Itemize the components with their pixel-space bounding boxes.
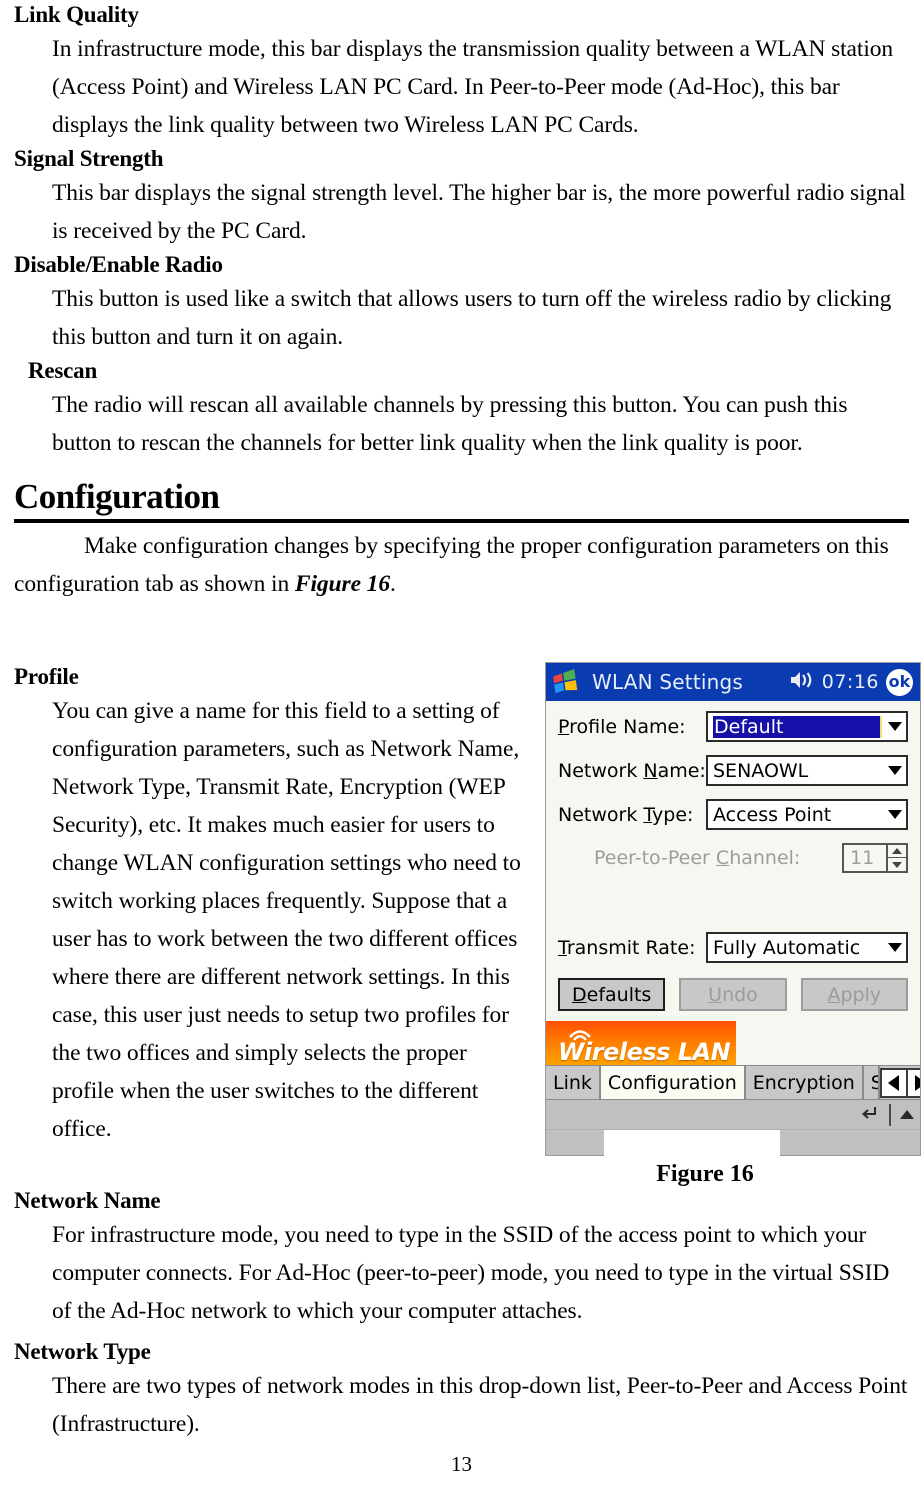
figure-reference: Figure 16	[294, 571, 390, 597]
tab-scroll-buttons[interactable]	[879, 1067, 920, 1098]
dialog-button-row: Defaults Undo Apply	[558, 976, 908, 1021]
heading-network-name: Network Name	[14, 1188, 161, 1213]
profile-name-combobox[interactable]: Default	[706, 711, 908, 742]
heading-rescan: Rescan	[28, 358, 98, 383]
profile-name-value: Default	[713, 715, 882, 738]
network-name-combobox[interactable]: SENAOWL	[706, 755, 908, 786]
figure-caption: Figure 16	[656, 1161, 754, 1187]
field-row-transmit-rate: Transmit Rate: Fully Automatic	[558, 932, 908, 963]
heading-link-quality: Link Quality	[14, 2, 139, 27]
wlan-settings-dialog: WLAN Settings 07:16 ok Profile Name: Def…	[545, 662, 921, 1156]
page-number: 13	[451, 1452, 472, 1476]
chapter-title-configuration: Configuration	[14, 477, 220, 516]
dialog-title: WLAN Settings	[592, 670, 744, 694]
spinner-buttons[interactable]	[886, 845, 906, 871]
network-name-value: SENAOWL	[713, 759, 809, 782]
section-network-name: Network Name For infrastructure mode, yo…	[14, 1186, 909, 1330]
form-spacer	[558, 886, 908, 932]
peer-channel-spinner[interactable]: 11	[842, 843, 908, 873]
network-type-value: Access Point	[713, 803, 832, 826]
section-disable-enable-radio: Disable/Enable Radio This button is used…	[14, 250, 909, 356]
heading-network-type: Network Type	[14, 1339, 151, 1364]
field-row-network-name: Network Name: SENAOWL	[558, 755, 908, 786]
dialog-statusbar	[546, 1099, 920, 1129]
label-transmit-rate: Transmit Rate:	[558, 936, 696, 959]
paragraph-profile: You can give a name for this field to a …	[52, 698, 521, 1142]
banner-label: Wireless LAN	[558, 1038, 731, 1066]
undo-button[interactable]: Undo	[679, 978, 787, 1011]
windows-logo-icon	[548, 665, 582, 699]
paragraph-disable-enable-radio: This button is used like a switch that a…	[52, 286, 892, 350]
dialog-footer	[546, 1129, 920, 1156]
heading-disable-enable-radio: Disable/Enable Radio	[14, 252, 223, 277]
figure-16: WLAN Settings 07:16 ok Profile Name: Def…	[545, 662, 921, 1188]
label-network-type: Network Type:	[558, 803, 694, 826]
wireless-lan-banner: Wireless LAN	[546, 1021, 736, 1065]
tab-link[interactable]: Link	[546, 1066, 601, 1099]
section-link-quality: Link Quality In infrastructure mode, thi…	[14, 0, 909, 144]
field-row-profile-name: Profile Name: Default	[558, 711, 908, 742]
label-profile-name: Profile Name:	[558, 715, 686, 738]
chevron-down-icon[interactable]	[888, 722, 902, 731]
peer-channel-value: 11	[850, 847, 875, 869]
apply-button[interactable]: Apply	[800, 978, 908, 1011]
field-row-peer-channel: Peer-to-Peer Channel: 11	[558, 843, 908, 873]
chevron-down-icon[interactable]	[888, 766, 902, 775]
clock-label: 07:16	[821, 671, 879, 693]
tab-encryption[interactable]: Encryption	[745, 1066, 864, 1099]
footer-notch	[604, 1130, 780, 1156]
tab-configuration[interactable]: Configuration	[600, 1066, 746, 1099]
tab-scroll-left-icon[interactable]	[882, 1069, 908, 1096]
defaults-button[interactable]: Defaults	[558, 978, 666, 1011]
paragraph-network-type: There are two types of network modes in …	[52, 1373, 908, 1437]
ok-button[interactable]: ok	[886, 668, 913, 696]
field-row-network-type: Network Type: Access Point	[558, 799, 908, 830]
dialog-form: Profile Name: Default Network Name: SENA…	[546, 701, 920, 1021]
section-rescan: Rescan The radio will rescan all availab…	[14, 356, 909, 462]
chapter-intro-text: Make configuration changes by specifying…	[14, 533, 889, 597]
section-network-type: Network Type There are two types of netw…	[14, 1337, 909, 1443]
transmit-rate-combobox[interactable]: Fully Automatic	[706, 932, 908, 963]
label-peer-to-peer-channel: Peer-to-Peer Channel:	[594, 847, 801, 869]
heading-profile: Profile	[14, 664, 79, 689]
paragraph-signal-strength: This bar displays the signal strength le…	[52, 180, 906, 244]
tab-site-survey[interactable]: Site	[863, 1066, 880, 1099]
section-profile: Profile You can give a name for this fie…	[14, 662, 534, 1148]
label-network-name: Network Name:	[558, 759, 706, 782]
statusbar-divider	[889, 1103, 891, 1126]
transmit-rate-value: Fully Automatic	[713, 936, 861, 959]
network-type-combobox[interactable]: Access Point	[706, 799, 908, 830]
spinner-down-icon[interactable]	[888, 858, 906, 871]
tab-scroll-right-icon[interactable]	[908, 1070, 920, 1096]
heading-signal-strength: Signal Strength	[14, 146, 164, 171]
dialog-titlebar: WLAN Settings 07:16 ok	[546, 663, 920, 701]
dialog-tabbar: Link Configuration Encryption Site	[546, 1065, 920, 1099]
soft-input-panel-icon[interactable]	[860, 1103, 880, 1127]
chevron-down-icon[interactable]	[888, 810, 902, 819]
chapter-intro-period: .	[389, 571, 396, 597]
sip-expand-up-icon[interactable]	[900, 1110, 914, 1119]
section-signal-strength: Signal Strength This bar displays the si…	[14, 144, 909, 250]
spinner-up-icon[interactable]	[888, 845, 906, 858]
chapter-intro: Make configuration changes by specifying…	[14, 527, 909, 603]
volume-speaker-icon[interactable]	[789, 670, 815, 694]
paragraph-rescan: The radio will rescan all available chan…	[52, 392, 848, 456]
titlebar-right-cluster: 07:16 ok	[789, 668, 913, 696]
document-page: Link Quality In infrastructure mode, thi…	[0, 0, 923, 1485]
paragraph-network-name: For infrastructure mode, you need to typ…	[52, 1222, 890, 1324]
paragraph-link-quality: In infrastructure mode, this bar display…	[52, 36, 894, 138]
chevron-down-icon[interactable]	[888, 943, 902, 952]
chapter-rule	[14, 519, 909, 523]
